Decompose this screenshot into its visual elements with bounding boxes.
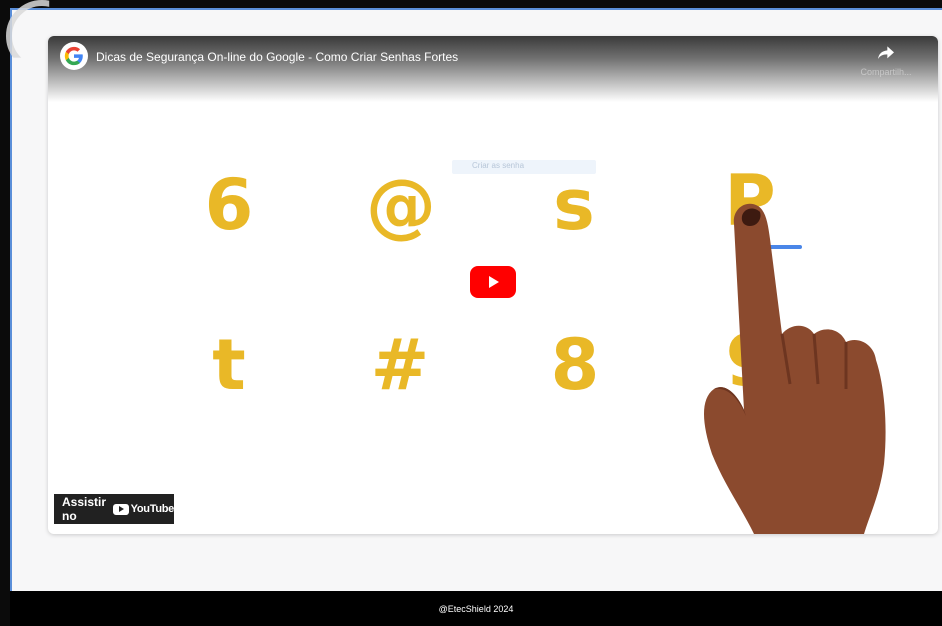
share-label: Compartilh... bbox=[860, 67, 912, 77]
youtube-logo-icon: YouTube bbox=[112, 503, 175, 515]
google-logo-icon[interactable] bbox=[60, 42, 88, 70]
play-icon bbox=[489, 276, 499, 288]
password-char: @ bbox=[366, 164, 436, 246]
page-content: Dicas de Segurança On-line do Google - C… bbox=[6, 0, 942, 591]
watch-on-youtube-button[interactable]: Assistir no YouTube bbox=[54, 494, 174, 524]
share-button[interactable]: Compartilh... bbox=[858, 46, 914, 77]
password-char: # bbox=[370, 324, 430, 406]
watch-on-label: Assistir no bbox=[62, 495, 107, 523]
password-char: t bbox=[212, 324, 246, 406]
share-icon bbox=[878, 46, 894, 59]
video-title[interactable]: Dicas de Segurança On-line do Google - C… bbox=[96, 50, 458, 64]
password-char: s bbox=[553, 164, 595, 246]
search-ghost-text: Criar as senha bbox=[472, 161, 525, 170]
youtube-embed[interactable]: Dicas de Segurança On-line do Google - C… bbox=[48, 36, 938, 534]
youtube-brand: YouTube bbox=[130, 503, 175, 515]
site-footer: @EtecShield 2024 bbox=[10, 591, 942, 626]
password-char: 8 bbox=[550, 324, 600, 406]
password-char: 6 bbox=[204, 164, 254, 246]
footer-copyright: @EtecShield 2024 bbox=[438, 603, 514, 614]
pointing-hand-illustration bbox=[704, 203, 886, 534]
play-button[interactable] bbox=[470, 266, 516, 298]
video-header: Dicas de Segurança On-line do Google - C… bbox=[48, 36, 938, 102]
